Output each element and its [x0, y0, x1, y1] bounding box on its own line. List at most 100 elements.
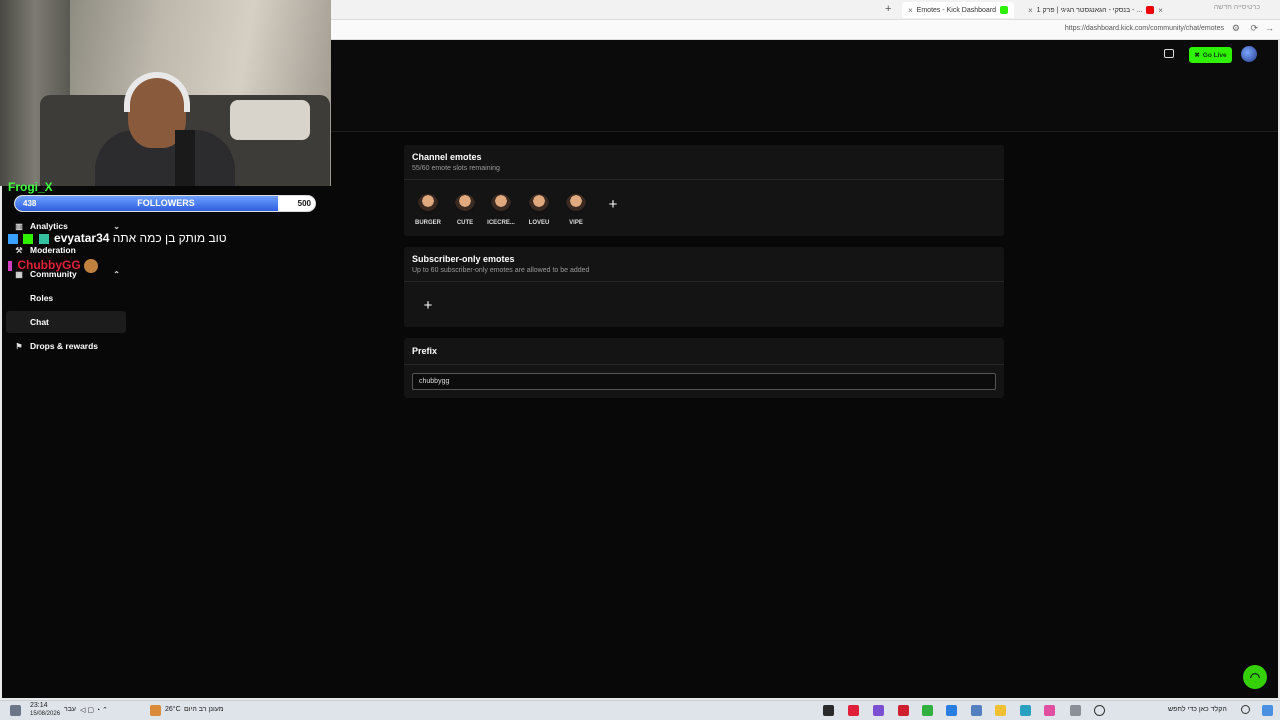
- new-tab-hint: כרטיסייה חדשה: [1213, 4, 1260, 11]
- emote-burger[interactable]: BURGER: [413, 194, 443, 226]
- emote-cute[interactable]: CUTE: [450, 194, 480, 226]
- card-title: Prefix: [412, 346, 438, 356]
- prefix-card: Prefix chubbygg: [404, 338, 1004, 398]
- card-header: Channel emotes 55/60 emote slots remaini…: [404, 145, 1004, 180]
- tab-emotes[interactable]: × Emotes - Kick Dashboard: [902, 2, 1015, 18]
- microphone: [175, 130, 195, 186]
- chat-message: Frogi_X: [8, 180, 53, 194]
- youtube-favicon-icon: [1146, 6, 1155, 14]
- badge-icon: [8, 233, 18, 244]
- emote-label: CUTE: [456, 220, 474, 226]
- search-box[interactable]: הקלד כאן כדי לחפש: [1168, 706, 1227, 713]
- sidebar-item-label: Drops & rewards: [30, 341, 99, 351]
- tab-close-icon[interactable]: ×: [1028, 6, 1033, 15]
- chat-username: Frogi_X: [8, 180, 53, 194]
- tab-label: Emotes - Kick Dashboard: [916, 6, 997, 14]
- prefix-input[interactable]: chubbygg: [412, 373, 996, 390]
- chat-message: evyatar34 טוב מותק בן כמה אתה: [8, 231, 227, 245]
- search-icon[interactable]: [1241, 705, 1250, 714]
- help-chat-button[interactable]: ◠: [1243, 665, 1267, 689]
- chevron-down-icon: ⌄: [113, 221, 120, 231]
- emote-vipe[interactable]: VIPE: [561, 194, 591, 226]
- sidebar-item-label: Roles: [30, 293, 54, 303]
- new-tab-button[interactable]: +: [885, 3, 891, 15]
- creator-icon[interactable]: [1164, 49, 1174, 58]
- sidebar-item-drops[interactable]: ⚑ Drops & rewards: [6, 335, 126, 357]
- app-icon[interactable]: [823, 705, 834, 716]
- forward-icon[interactable]: →: [1265, 23, 1274, 33]
- url-field[interactable]: https://dashboard.kick.com/community/cha…: [1065, 25, 1224, 32]
- avatar[interactable]: [1241, 46, 1257, 62]
- chat-username: evyatar34: [54, 231, 110, 245]
- emote-label: VIPE: [569, 220, 583, 226]
- mic-badge-icon: [8, 260, 12, 271]
- kick-logo-icon: ✖: [1194, 52, 1200, 59]
- sidebar-item-label: Chat: [30, 317, 49, 327]
- weather-text: מעונן רב היום: [184, 706, 224, 713]
- sidebar-item-label: Analytics: [30, 221, 68, 231]
- app-icon[interactable]: [848, 705, 859, 716]
- weather-temp: 26°C: [165, 706, 181, 713]
- headset-icon: ◠: [1249, 670, 1261, 684]
- channel-emotes-card: Channel emotes 55/60 emote slots remaini…: [404, 145, 1004, 236]
- go-live-button[interactable]: ✖ Go Live: [1189, 47, 1232, 63]
- gift-icon: ⚑: [15, 341, 23, 351]
- taskbar-language[interactable]: עבר: [64, 706, 76, 713]
- emote-icon: [84, 258, 99, 273]
- chevron-up-icon: ⌃: [113, 269, 120, 279]
- sidebar-item-chat[interactable]: Chat: [6, 311, 126, 333]
- tab-close-icon[interactable]: ×: [1158, 6, 1163, 15]
- cortana-icon[interactable]: [1094, 705, 1105, 716]
- badge-icon: [38, 233, 49, 244]
- followers-goal-bar: FOLLOWERS 438 500: [14, 195, 316, 212]
- app-icon[interactable]: [971, 705, 982, 716]
- tab-youtube[interactable]: × בנסקי - הגאנגסטר הגיגי | פרק 1 - ... ×: [1022, 2, 1169, 18]
- tab-label: בנסקי - הגאנגסטר הגיגי | פרק 1 - ...: [1036, 6, 1143, 14]
- settings-icon[interactable]: ⚙: [1232, 23, 1240, 34]
- emote-image: [491, 194, 511, 214]
- emote-loveu[interactable]: LOVEU: [524, 194, 554, 226]
- app-icon[interactable]: [898, 705, 909, 716]
- followers-goal: 500: [297, 199, 311, 208]
- add-subscriber-emote-button[interactable]: +: [419, 297, 437, 315]
- tab-close-icon[interactable]: ×: [908, 6, 913, 15]
- sidebar-item-label: Moderation: [30, 245, 76, 255]
- app-icon[interactable]: [1044, 705, 1055, 716]
- webcam-overlay: [0, 0, 331, 186]
- hammer-icon: ⚒: [15, 245, 23, 255]
- tray-icons[interactable]: ◁ ▢ ◔ ⌃: [80, 706, 108, 714]
- taskbar-date: 15/08/2026: [30, 711, 61, 717]
- kick-favicon-icon: [1000, 6, 1009, 14]
- app-icon[interactable]: [1070, 705, 1081, 716]
- chat-message: ChubbyGG: [8, 258, 100, 273]
- folder-icon[interactable]: [995, 705, 1006, 716]
- card-header: Prefix: [404, 338, 1004, 365]
- reload-icon[interactable]: ⟳: [1250, 23, 1258, 34]
- taskview-icon[interactable]: [10, 705, 21, 716]
- chat-text: טוב מותק בן כמה אתה: [112, 231, 227, 245]
- card-title: Subscriber-only emotes: [412, 254, 515, 264]
- chart-icon: ▥: [15, 221, 23, 231]
- card-title: Channel emotes: [412, 152, 482, 162]
- emote-image: [455, 194, 475, 214]
- app-icon[interactable]: [946, 705, 957, 716]
- go-live-label: Go Live: [1202, 51, 1227, 59]
- add-emote-button[interactable]: +: [604, 196, 622, 214]
- emote-image: [566, 194, 586, 214]
- taskbar-time: 23:14: [30, 702, 48, 709]
- edge-icon[interactable]: [1020, 705, 1031, 716]
- chat-username: ChubbyGG: [17, 258, 81, 272]
- followers-label: FOLLOWERS: [137, 198, 195, 208]
- badge-icon: [23, 233, 34, 244]
- emote-label: LOVEU: [528, 220, 550, 226]
- pillow: [230, 100, 310, 140]
- app-icon[interactable]: [873, 705, 884, 716]
- app-icon[interactable]: [922, 705, 933, 716]
- sidebar-item-roles[interactable]: Roles: [6, 287, 126, 309]
- card-header: Subscriber-only emotes Up to 60 subscrib…: [404, 247, 1004, 282]
- emote-label: BURGER: [414, 220, 441, 226]
- emote-icecream[interactable]: ICECRE...: [486, 194, 516, 226]
- start-icon[interactable]: [1262, 705, 1273, 716]
- card-subtitle: 55/60 emote slots remaining: [412, 165, 500, 172]
- emote-label: ICECRE...: [487, 220, 515, 226]
